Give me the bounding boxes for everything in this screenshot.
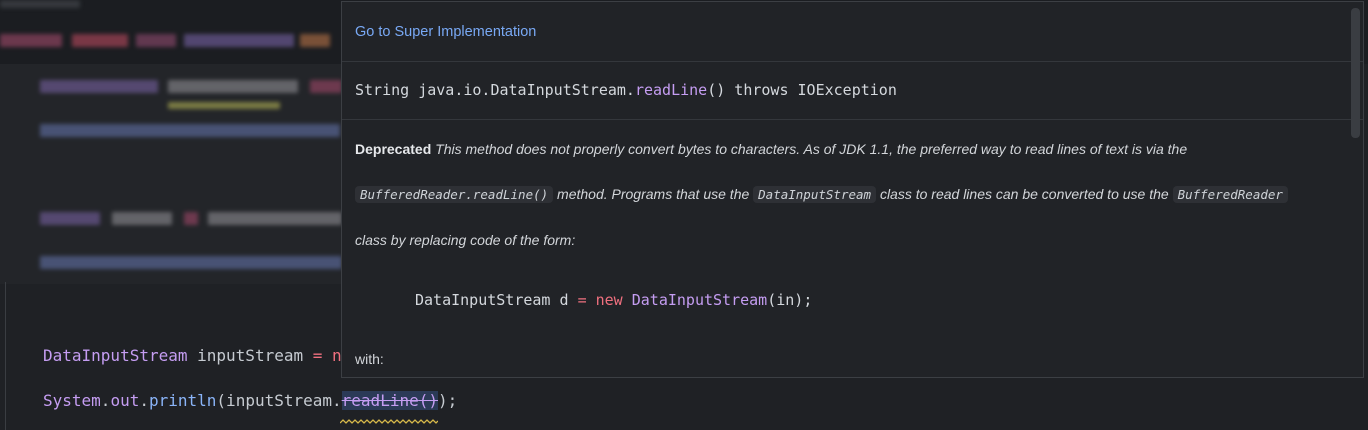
- warning-squiggle: [340, 419, 438, 424]
- method-signature: String java.io.DataInputStream.readLine(…: [355, 81, 897, 99]
- popup-divider: [342, 61, 1363, 62]
- example-constructor: DataInputStream: [631, 291, 768, 309]
- statement-close-token: );: [437, 391, 458, 410]
- example-keyword: new: [595, 291, 623, 309]
- code-line-declaration[interactable]: DataInputStream inputStream = n: [43, 346, 342, 365]
- blurred-code-region: [0, 64, 342, 284]
- popup-divider: [342, 119, 1363, 120]
- go-to-super-implementation-link[interactable]: Go to Super Implementation: [355, 24, 536, 40]
- deprecated-method-token[interactable]: readLine(): [341, 391, 438, 410]
- type-token: DataInputStream: [43, 346, 188, 365]
- field-token: out: [110, 391, 140, 410]
- signature-method: readLine: [634, 81, 708, 99]
- argument-token: (inputStream.: [216, 391, 342, 410]
- example-args: (in);: [767, 291, 813, 309]
- popup-scrollbar[interactable]: [1351, 8, 1360, 138]
- indent-guide: [5, 282, 6, 430]
- method-call-token: println: [148, 391, 217, 410]
- signature-prefix: String java.io.DataInputStream.: [355, 81, 635, 99]
- doc-text: This method does not properly convert by…: [435, 141, 1188, 157]
- example-operator: =: [577, 291, 587, 309]
- doc-line-2: BufferedReader.readLine() method. Progra…: [355, 186, 1288, 203]
- class-token: System: [43, 391, 101, 410]
- deprecated-method-parens: (): [418, 391, 438, 410]
- code-line-println[interactable]: System.out.println(inputStream.readLine(…: [43, 391, 457, 410]
- deprecated-method-name: readLine: [341, 391, 419, 410]
- signature-suffix: () throws IOException: [707, 81, 897, 99]
- variable-token: inputStream: [197, 346, 304, 365]
- doc-line-3: class by replacing code of the form:: [355, 232, 575, 248]
- example-variable: d: [559, 291, 569, 309]
- code-reference: BufferedReader.readLine(): [355, 186, 554, 203]
- code-reference: BufferedReader: [1172, 186, 1288, 203]
- documentation-popup[interactable]: Go to Super Implementation String java.i…: [341, 1, 1364, 378]
- doc-with-label: with:: [355, 351, 384, 367]
- doc-text: class to read lines can be converted to …: [879, 186, 1169, 202]
- operator-token: =: [312, 346, 323, 365]
- code-reference: DataInputStream: [753, 186, 877, 203]
- example-code-block: DataInputStream d = new DataInputStream(…: [415, 291, 812, 309]
- deprecated-label: Deprecated: [355, 141, 432, 157]
- example-type: DataInputStream: [415, 291, 551, 309]
- doc-line-1: Deprecated This method does not properly…: [355, 141, 1187, 157]
- doc-text: method. Programs that use the: [557, 186, 750, 202]
- doc-text: class by replacing code of the form:: [355, 232, 576, 248]
